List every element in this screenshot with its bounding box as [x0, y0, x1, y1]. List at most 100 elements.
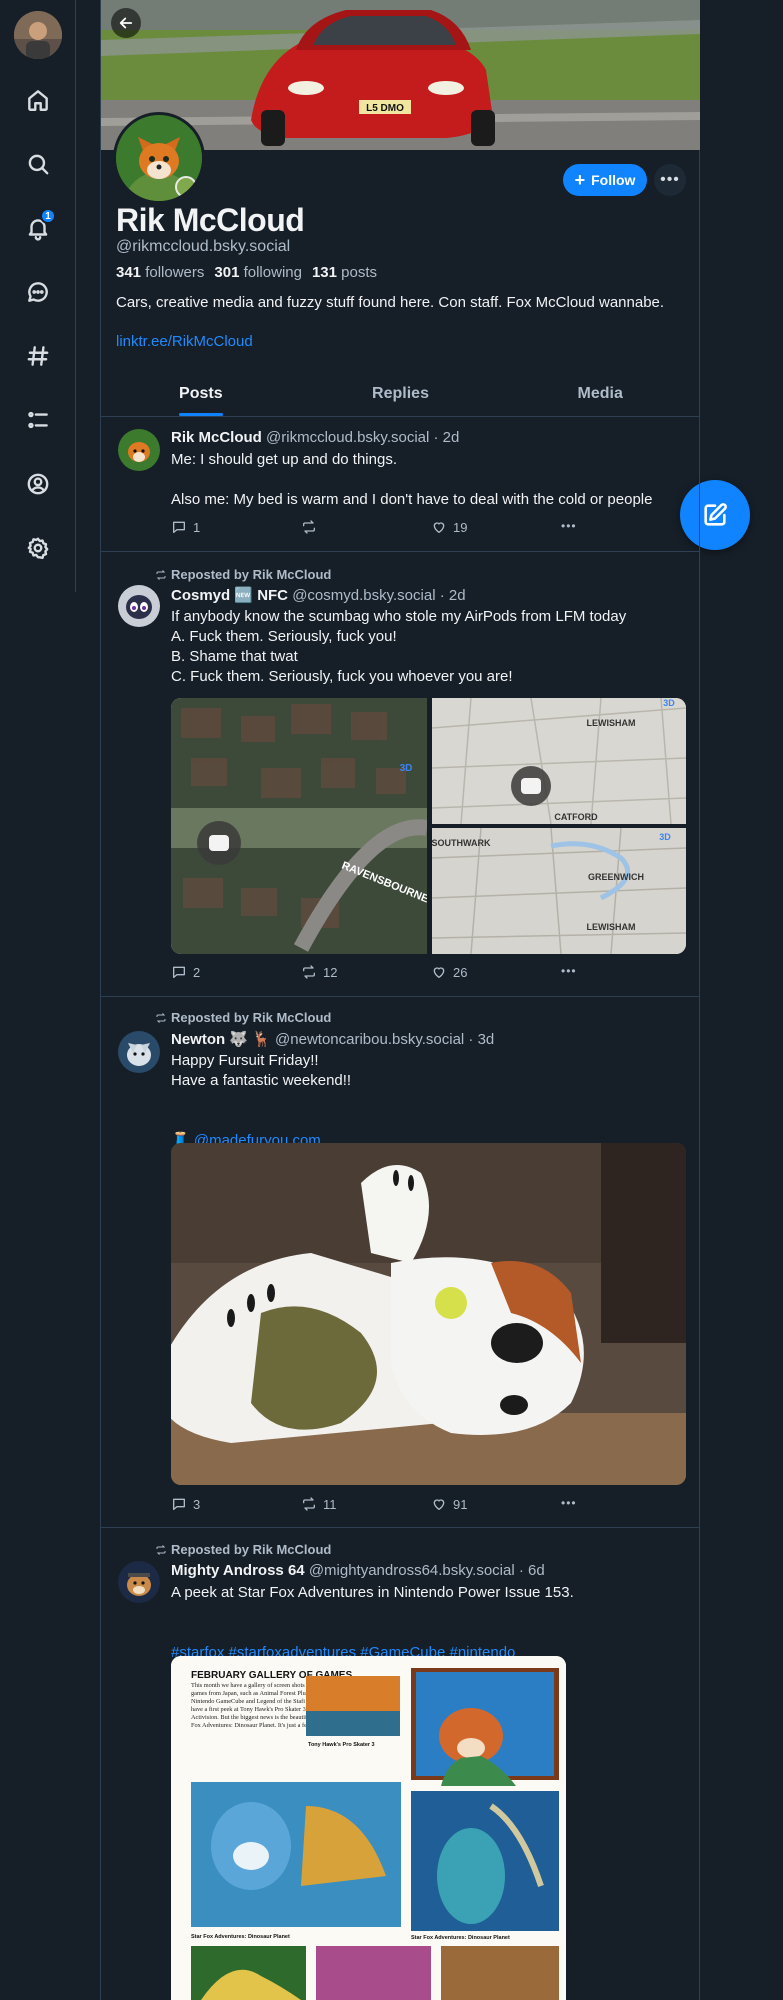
heart-icon — [433, 522, 445, 533]
post-time[interactable]: · 2d — [434, 429, 460, 446]
svg-text:CATFORD: CATFORD — [554, 812, 598, 822]
post-author-avatar[interactable] — [118, 1561, 160, 1603]
post-actions: 3 11 91 ••• — [171, 1496, 591, 1516]
like-button[interactable]: 91 — [431, 1496, 467, 1512]
reply-icon — [173, 966, 185, 978]
post-time[interactable]: · 3d — [468, 1031, 494, 1048]
reply-icon — [173, 1498, 185, 1510]
search-icon[interactable] — [20, 146, 56, 182]
post-author-name[interactable]: Mighty Andross 64 — [171, 1562, 305, 1579]
repost-icon — [156, 1012, 166, 1023]
post-author-name[interactable]: Cosmyd 🆕 NFC — [171, 587, 288, 604]
svg-text:GREENWICH: GREENWICH — [588, 872, 644, 882]
ellipsis-icon: ••• — [561, 519, 577, 533]
post-image[interactable] — [171, 1143, 686, 1485]
ellipsis-icon: ••• — [561, 964, 577, 978]
post-author-name[interactable]: Newton 🐺 🦌 — [171, 1031, 271, 1048]
repost-button[interactable]: 12 — [301, 964, 337, 980]
post[interactable]: Reposted by Rik McCloud Newton 🐺 🦌 @newt… — [101, 997, 700, 1528]
tab-replies[interactable]: Replies — [301, 372, 501, 416]
reply-button[interactable]: 2 — [171, 964, 200, 980]
repost-indicator[interactable]: Reposted by Rik McCloud — [155, 1542, 331, 1557]
reply-count: 1 — [193, 519, 201, 535]
compose-icon — [704, 503, 727, 526]
post[interactable]: Reposted by Rik McCloud Cosmyd 🆕 NFC @co… — [101, 552, 700, 997]
profile-tabs: Posts Replies Media — [101, 372, 700, 417]
post-author-handle[interactable]: @rikmccloud.bsky.social — [266, 429, 429, 446]
posts-stat: 131 posts — [311, 264, 378, 281]
post-actions: 2 12 26 ••• — [171, 964, 591, 984]
follow-label: Follow — [591, 172, 636, 188]
post-author-name[interactable]: Rik McCloud — [171, 429, 262, 446]
ellipsis-icon: ••• — [561, 1496, 577, 1510]
repost-button[interactable] — [301, 519, 323, 535]
post-author-handle[interactable]: @cosmyd.bsky.social — [292, 587, 435, 604]
post-time[interactable]: · 2d — [440, 587, 466, 604]
profile-avatar[interactable] — [113, 112, 205, 204]
reply-icon — [173, 521, 185, 533]
repost-indicator[interactable]: Reposted by Rik McCloud — [155, 567, 331, 582]
ellipsis-icon: ••• — [660, 171, 680, 188]
like-button[interactable]: 19 — [431, 519, 467, 535]
svg-text:SOUTHWARK: SOUTHWARK — [432, 838, 491, 848]
profile-icon[interactable] — [20, 466, 56, 502]
profile-display-name: Rik McCloud — [116, 202, 305, 238]
repost-count: 12 — [323, 964, 338, 980]
chat-icon[interactable] — [20, 274, 56, 310]
svg-text:Star Fox Adventures: Dinosaur: Star Fox Adventures: Dinosaur Planet — [411, 1935, 510, 1941]
tab-posts[interactable]: Posts — [101, 372, 301, 416]
tab-media[interactable]: Media — [500, 372, 700, 416]
svg-text:3D: 3D — [663, 698, 675, 708]
post-author-handle[interactable]: @newtoncaribou.bsky.social — [275, 1031, 464, 1048]
like-button[interactable]: 26 — [431, 964, 467, 980]
hashtag-icon[interactable] — [20, 338, 56, 374]
home-icon[interactable] — [20, 82, 56, 118]
repost-button[interactable]: 11 — [301, 1496, 337, 1512]
post[interactable]: Rik McCloud @rikmccloud.bsky.social · 2d… — [101, 417, 700, 552]
profile-more-button[interactable]: ••• — [654, 164, 686, 196]
post-more-button[interactable]: ••• — [561, 1496, 577, 1510]
post-author-handle[interactable]: @mightyandross64.bsky.social — [309, 1562, 515, 1579]
post-text: Happy Fursuit Friday!! Have a fantastic … — [171, 1052, 352, 1089]
reply-button[interactable]: 1 — [171, 519, 200, 535]
current-user-avatar[interactable] — [14, 11, 62, 59]
svg-text:LEWISHAM: LEWISHAM — [587, 922, 636, 932]
repost-icon — [156, 1544, 166, 1555]
like-count: 91 — [453, 1496, 468, 1512]
post-more-button[interactable]: ••• — [561, 964, 577, 978]
reply-button[interactable]: 3 — [171, 1496, 200, 1512]
svg-text:LEWISHAM: LEWISHAM — [587, 718, 636, 728]
svg-text:3D: 3D — [659, 832, 671, 842]
profile-link[interactable]: linktr.ee/RikMcCloud — [116, 333, 253, 350]
post-time[interactable]: · 6d — [519, 1562, 545, 1579]
banner-plate-text: L5 DMO — [366, 103, 404, 114]
plus-icon: + — [574, 170, 586, 190]
post-author-avatar[interactable] — [118, 585, 160, 627]
profile-column: L5 DMO + Follow ••• Rik McCloud @rikmccl… — [100, 0, 700, 2000]
post-image-gallery[interactable]: RAVENSBOURNE ROAD 3D LEWISHAM CATFORD 3D — [171, 698, 686, 954]
list-icon[interactable] — [20, 402, 56, 438]
profile-handle: @rikmccloud.bsky.social — [116, 238, 291, 255]
followers-stat[interactable]: 341 followers — [116, 264, 204, 281]
post-author-avatar[interactable] — [118, 429, 160, 471]
fursuit-photo — [171, 1143, 686, 1485]
repost-indicator[interactable]: Reposted by Rik McCloud — [155, 1010, 331, 1025]
svg-text:Tony Hawk's Pro Skater 3: Tony Hawk's Pro Skater 3 — [308, 1742, 375, 1748]
following-stat[interactable]: 301 following — [214, 264, 302, 281]
repost-icon — [156, 569, 166, 580]
reply-count: 3 — [193, 1496, 201, 1512]
like-count: 19 — [453, 519, 468, 535]
post[interactable]: Reposted by Rik McCloud Mighty Andross 6… — [101, 1528, 700, 2000]
post-header: Mighty Andross 64 @mightyandross64.bsky.… — [171, 1562, 545, 1579]
arrow-left-icon — [119, 17, 133, 29]
profile-stats: 341 followers 301 following 131 posts — [116, 264, 377, 281]
post-header: Cosmyd 🆕 NFC @cosmyd.bsky.social · 2d — [171, 586, 466, 604]
profile-bio: Cars, creative media and fuzzy stuff fou… — [116, 294, 665, 311]
bell-icon[interactable]: 1 — [20, 208, 56, 246]
post-image[interactable]: FEBRUARY GALLERY OF GAMES This month we … — [171, 1656, 566, 2000]
post-author-avatar[interactable] — [118, 1031, 160, 1073]
back-button[interactable] — [111, 8, 141, 38]
post-more-button[interactable]: ••• — [561, 519, 577, 533]
gear-icon[interactable] — [20, 530, 56, 566]
follow-button[interactable]: + Follow — [563, 164, 647, 196]
